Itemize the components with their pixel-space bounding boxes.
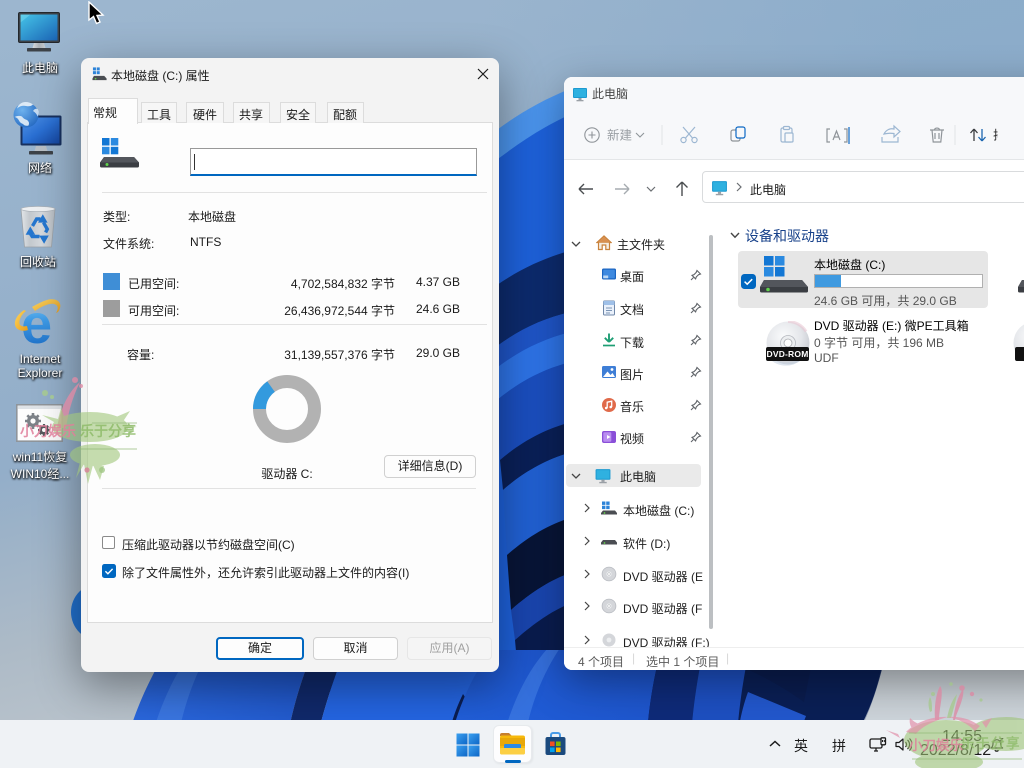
svg-text:e: e (21, 296, 52, 352)
svg-text:新建: 新建 (607, 128, 633, 143)
svg-text:排序: 排序 (993, 128, 998, 143)
